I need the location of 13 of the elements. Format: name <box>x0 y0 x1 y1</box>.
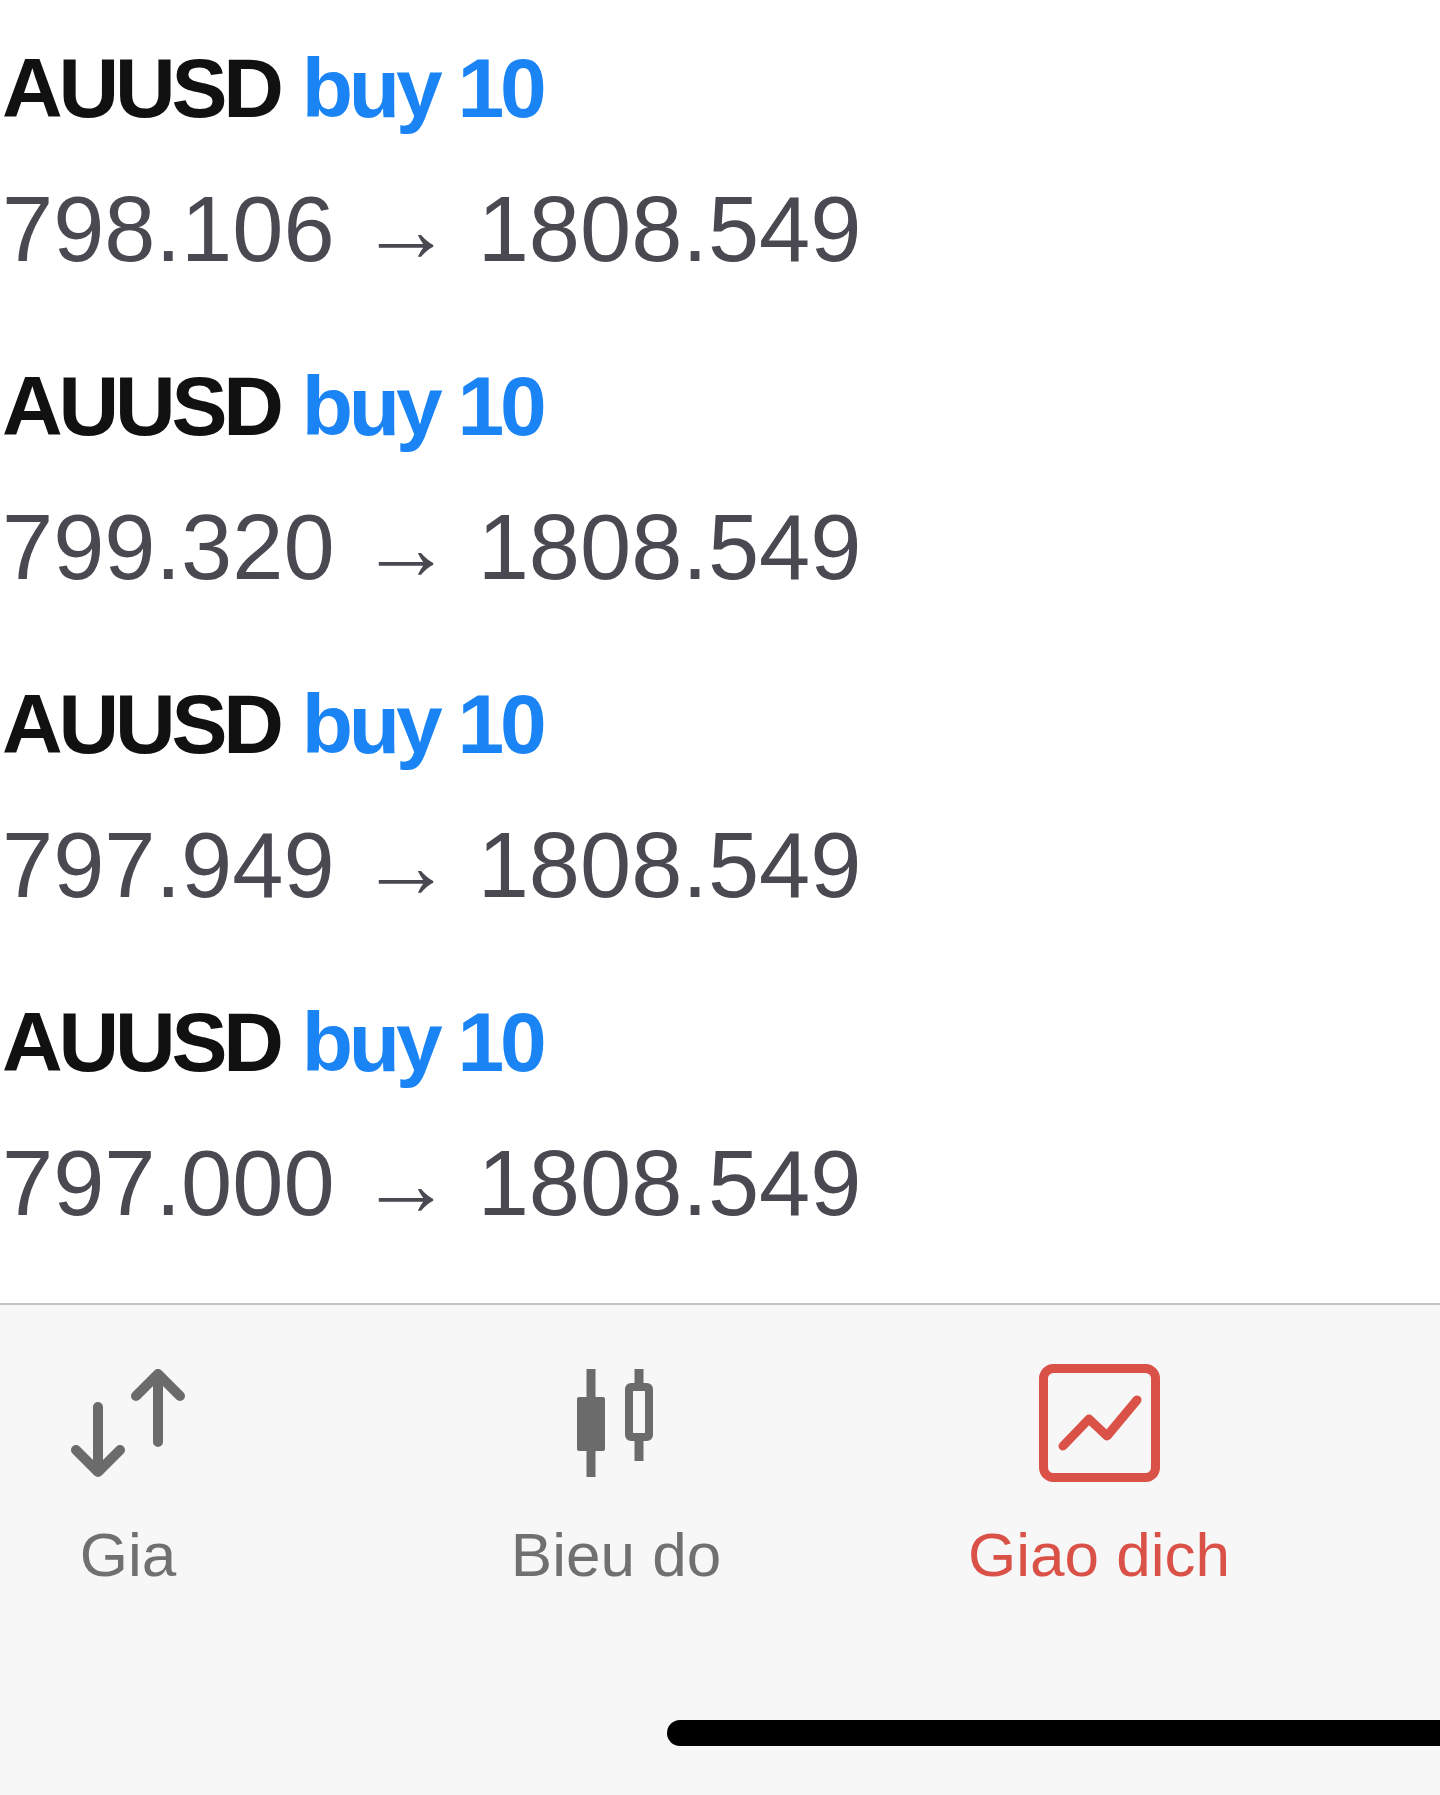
trade-symbol: AUUSD <box>2 1000 280 1084</box>
up-down-arrows-icon <box>68 1367 188 1479</box>
trade-symbol: AUUSD <box>2 46 280 130</box>
tab-bar-item[interactable]: Giao dich <box>954 1305 1244 1594</box>
line-chart-icon <box>1038 1364 1160 1482</box>
price-change: 798.106 → 1808.549 <box>2 183 862 275</box>
price-change: 797.000 → 1808.549 <box>2 1137 862 1229</box>
tab-bar-item[interactable]: Gia <box>0 1305 256 1594</box>
price-change: 797.949 → 1808.549 <box>2 819 862 911</box>
trade-symbol: AUUSD <box>2 682 280 766</box>
tab-bar-item[interactable]: Bieu do <box>471 1305 761 1594</box>
trade-symbol: AUUSD <box>2 364 280 448</box>
price-change: 799.320 → 1808.549 <box>2 501 862 593</box>
